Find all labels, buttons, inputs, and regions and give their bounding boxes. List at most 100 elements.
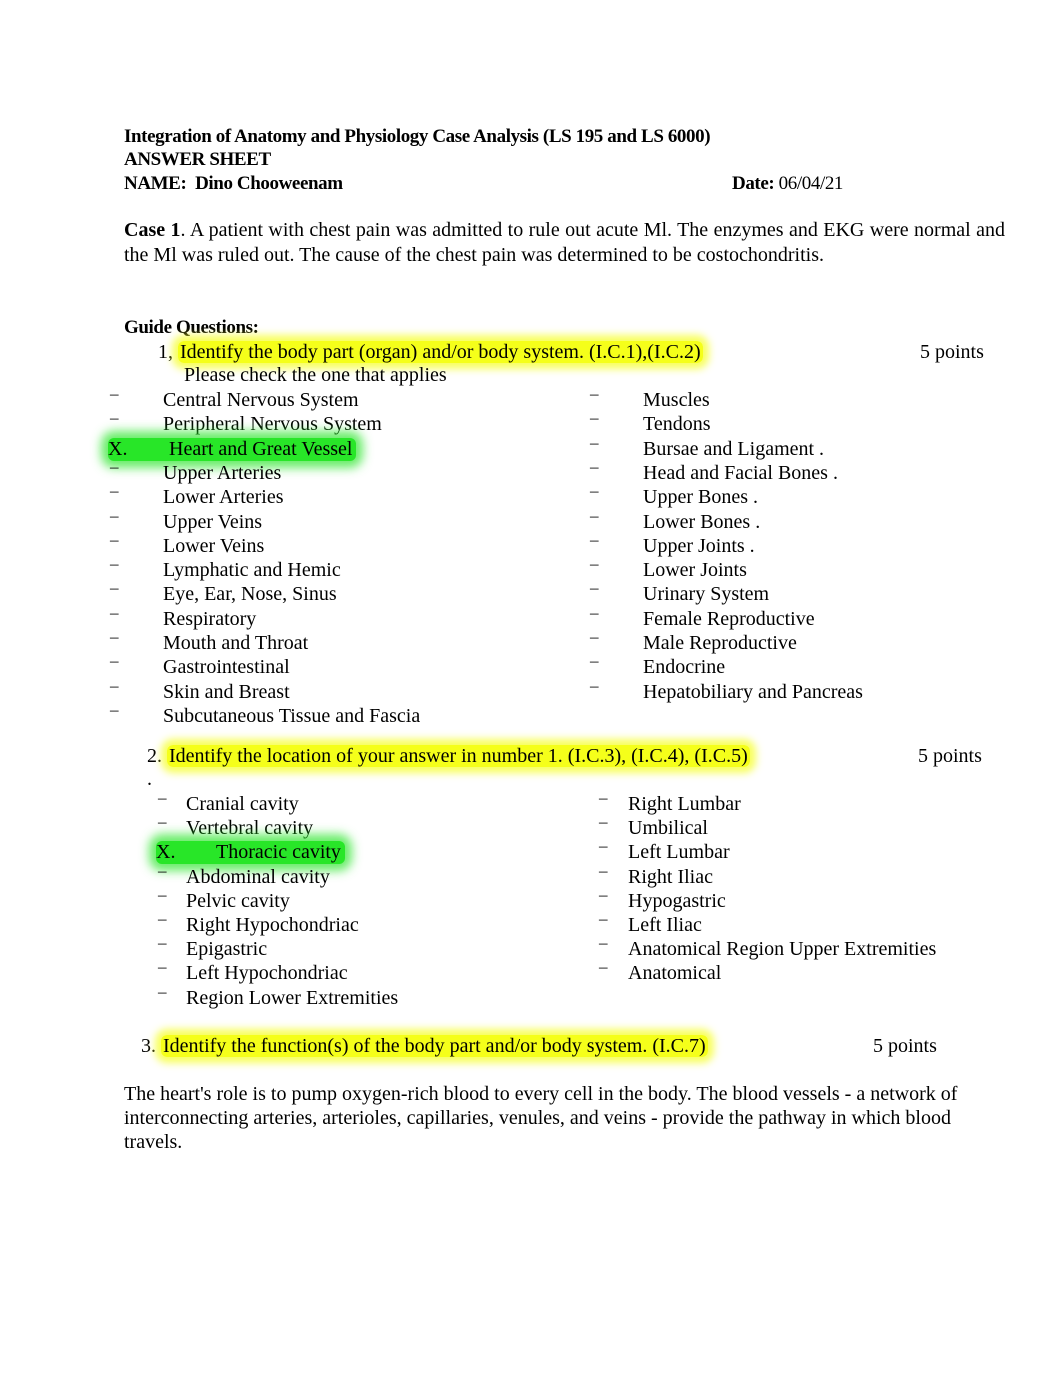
option-label: Umbilical	[628, 817, 708, 840]
option-label: Lymphatic and Hemic	[163, 559, 341, 582]
dash-bullet-icon: –	[110, 384, 119, 403]
guide-questions-heading: Guide Questions:	[124, 317, 259, 338]
option-label: Female Reproductive	[643, 607, 815, 630]
date-line: Date: 06/04/21	[732, 173, 843, 195]
dash-bullet-icon: –	[110, 529, 119, 549]
option-label: Upper Veins	[163, 510, 263, 533]
option-label: Muscles	[643, 389, 710, 411]
name-value: Dino Chooweenam	[195, 173, 343, 194]
dash-bullet-icon: –	[590, 432, 599, 452]
option-label: Mouth and Throat	[163, 632, 309, 654]
dash-bullet-icon: –	[110, 627, 119, 646]
option-label: Lower Arteries	[163, 486, 284, 509]
case-text: . A patient with chest pain was admitted…	[124, 219, 1005, 266]
option-label: Skin and Breast	[163, 680, 290, 703]
option-label: Endocrine	[643, 656, 726, 679]
option-label: Left Lumbar	[628, 841, 730, 864]
option-label: Epigastric	[186, 938, 268, 961]
dash-bullet-icon: –	[110, 505, 119, 525]
dash-bullet-icon: –	[590, 456, 599, 476]
option-label: Lower Bones .	[643, 510, 761, 533]
option-label: Tendons	[643, 413, 711, 436]
dash-bullet-icon: –	[590, 408, 599, 428]
question-1-text: Identify the body part (organ) and/or bo…	[178, 341, 703, 363]
option-label: Pelvic cavity	[186, 889, 290, 912]
dash-bullet-icon: –	[110, 456, 119, 476]
dash-bullet-icon: –	[590, 651, 599, 671]
option-label: Upper Arteries	[163, 461, 282, 484]
dash-bullet-icon: –	[158, 933, 167, 953]
question-1: 1, Identify the body part (organ) and/or…	[158, 341, 703, 364]
question-2-number: 2.	[147, 745, 162, 767]
selected-option[interactable]: X. Heart and Great Vessel	[108, 437, 357, 461]
dash-bullet-icon: –	[599, 957, 608, 977]
dash-bullet-icon: –	[110, 651, 119, 671]
question-3: 3. Identify the function(s) of the body …	[141, 1035, 708, 1058]
dash-bullet-icon: –	[110, 408, 119, 428]
option-label: Bursae and Ligament .	[643, 437, 825, 460]
question-3-text: Identify the function(s) of the body par…	[161, 1035, 708, 1057]
name-line: NAME: Dino Chooweenam	[124, 173, 343, 195]
dash-bullet-icon: –	[158, 981, 167, 1001]
dash-bullet-icon: –	[599, 836, 608, 856]
dash-bullet-icon: –	[590, 675, 599, 695]
option-label: Head and Facial Bones .	[643, 461, 838, 484]
dash-bullet-icon: –	[110, 675, 119, 695]
dash-bullet-icon: –	[158, 909, 167, 928]
question-3-answer: The heart's role is to pump oxygen-rich …	[124, 1083, 958, 1153]
dash-bullet-icon: –	[110, 481, 119, 501]
option-label: Abdominal cavity	[186, 865, 330, 888]
dash-bullet-icon: –	[158, 860, 167, 880]
option-label: Upper Bones .	[643, 486, 758, 509]
name-label: NAME:	[124, 173, 187, 194]
dash-bullet-icon: –	[590, 554, 599, 574]
dash-bullet-icon: –	[599, 812, 608, 832]
dash-bullet-icon: –	[590, 602, 599, 622]
dash-bullet-icon: –	[158, 884, 167, 904]
option-label: Anatomical	[628, 962, 722, 985]
option-label: Region Lower Extremities	[186, 986, 399, 1009]
dash-bullet-icon: –	[110, 699, 119, 719]
question-1-instruction: Please check the one that applies	[184, 364, 447, 386]
date-value: 06/04/21	[778, 173, 844, 194]
option-label: Hepatobiliary and Pancreas	[643, 680, 863, 703]
option-label: Subcutaneous Tissue and Fascia	[163, 704, 421, 727]
option-label: Thoracic cavity	[216, 841, 341, 864]
question-2-text: Identify the location of your answer in …	[167, 745, 750, 767]
question-3-number: 3.	[141, 1035, 156, 1057]
question-2: 2. Identify the location of your answer …	[147, 745, 750, 768]
stray-period: .	[147, 768, 152, 790]
option-label: Urinary System	[643, 583, 770, 606]
option-label: Lower Veins	[163, 534, 265, 557]
option-label: Central Nervous System	[163, 389, 359, 411]
option-label: Peripheral Nervous System	[163, 413, 382, 436]
option-label: Heart and Great Vessel	[169, 437, 353, 460]
dash-bullet-icon: –	[599, 909, 608, 928]
question-1-points: 5 points	[920, 341, 984, 363]
dash-bullet-icon: –	[590, 578, 599, 598]
case-label: Case 1	[124, 219, 181, 241]
option-label: Anatomical Region Upper Extremities	[628, 938, 937, 961]
option-label: Gastrointestinal	[163, 656, 290, 679]
option-label: Male Reproductive	[643, 632, 797, 654]
option-label: Hypogastric	[628, 889, 726, 912]
dash-bullet-icon: –	[590, 529, 599, 549]
option-label: Cranial cavity	[186, 793, 299, 815]
dash-bullet-icon: –	[590, 384, 599, 403]
dash-bullet-icon: –	[590, 505, 599, 525]
dash-bullet-icon: –	[158, 788, 167, 807]
option-label: Right Lumbar	[628, 793, 741, 815]
dash-bullet-icon: –	[110, 602, 119, 622]
case-description: Case 1. A patient with chest pain was ad…	[124, 218, 1005, 268]
question-2-points: 5 points	[918, 745, 982, 767]
dash-bullet-icon: –	[599, 884, 608, 904]
option-label: Upper Joints .	[643, 534, 755, 557]
dash-bullet-icon: –	[590, 627, 599, 646]
dash-bullet-icon: –	[590, 481, 599, 501]
option-label: Right Iliac	[628, 865, 713, 888]
dash-bullet-icon: –	[110, 578, 119, 598]
question-3-points: 5 points	[873, 1035, 937, 1057]
selected-option[interactable]: X. Thoracic cavity	[156, 841, 345, 865]
option-label: Left Iliac	[628, 914, 702, 936]
dash-bullet-icon: –	[158, 812, 167, 832]
